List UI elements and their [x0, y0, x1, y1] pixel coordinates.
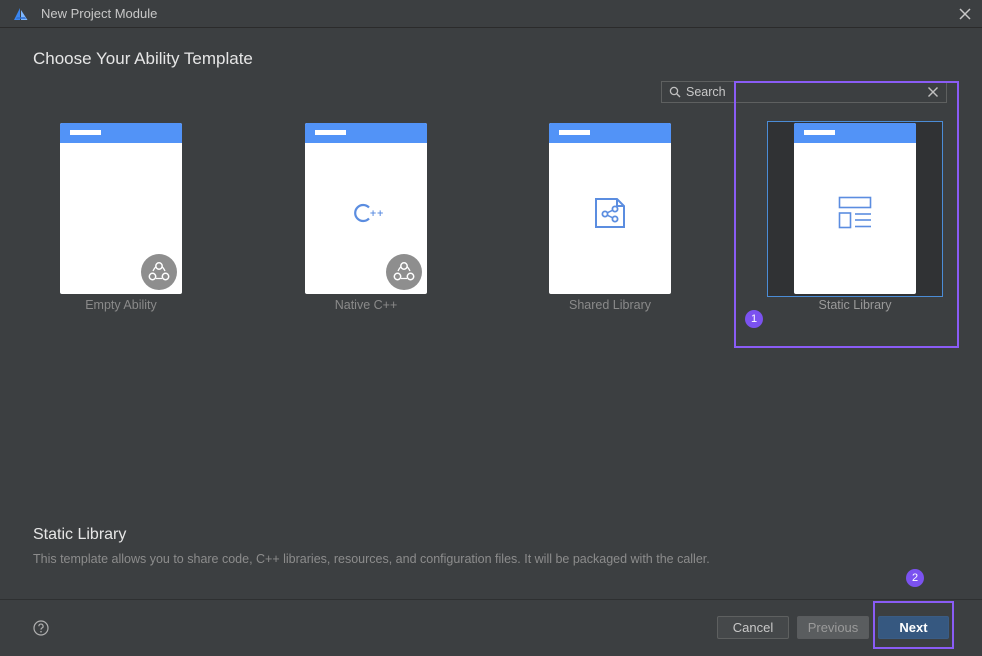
- template-label: Empty Ability: [85, 298, 157, 312]
- cancel-button[interactable]: Cancel: [717, 616, 789, 639]
- card-header: [305, 123, 427, 143]
- template-preview: ++: [305, 123, 427, 294]
- deveco-logo-icon: [14, 8, 28, 20]
- search-input[interactable]: [686, 83, 916, 101]
- next-button[interactable]: Next: [878, 616, 949, 639]
- window-title: New Project Module: [41, 6, 158, 21]
- card-header-bar: [804, 130, 835, 135]
- annotation-badge: 1: [745, 310, 763, 328]
- template-card-empty-ability[interactable]: Empty Ability: [60, 123, 182, 313]
- card-header: [549, 123, 671, 143]
- clear-icon[interactable]: [927, 86, 939, 98]
- ability-badge-icon: [141, 254, 177, 290]
- template-preview: [60, 123, 182, 294]
- template-label: Shared Library: [569, 298, 651, 312]
- card-header-bar: [315, 130, 346, 135]
- description-title: Static Library: [33, 526, 127, 543]
- help-icon[interactable]: [33, 620, 49, 636]
- svg-text:++: ++: [370, 209, 384, 219]
- ability-badge-icon: [386, 254, 422, 290]
- card-header-bar: [70, 130, 101, 135]
- cpp-icon: ++: [354, 203, 384, 223]
- description-text: This template allows you to share code, …: [33, 552, 710, 566]
- title-bar: New Project Module: [0, 0, 982, 28]
- page-title: Choose Your Ability Template: [33, 49, 253, 68]
- footer-divider: [0, 599, 982, 600]
- template-preview: [794, 123, 916, 294]
- static-library-icon: [838, 196, 872, 229]
- template-card-shared-library[interactable]: Shared Library: [549, 123, 671, 313]
- card-header-bar: [559, 130, 590, 135]
- template-label: Native C++: [334, 298, 398, 312]
- close-icon[interactable]: [955, 4, 975, 24]
- card-header: [794, 123, 916, 143]
- search-box[interactable]: [661, 81, 947, 103]
- template-preview: [549, 123, 671, 294]
- card-header: [60, 123, 182, 143]
- template-label: Static Library: [818, 298, 892, 312]
- template-card-static-library[interactable]: Static Library: [794, 123, 916, 313]
- template-card-native-cpp[interactable]: ++ Native C++: [305, 123, 427, 313]
- annotation-badge: 2: [906, 569, 924, 587]
- shared-library-icon: [595, 198, 625, 228]
- previous-button[interactable]: Previous: [797, 616, 869, 639]
- search-icon: [669, 86, 681, 98]
